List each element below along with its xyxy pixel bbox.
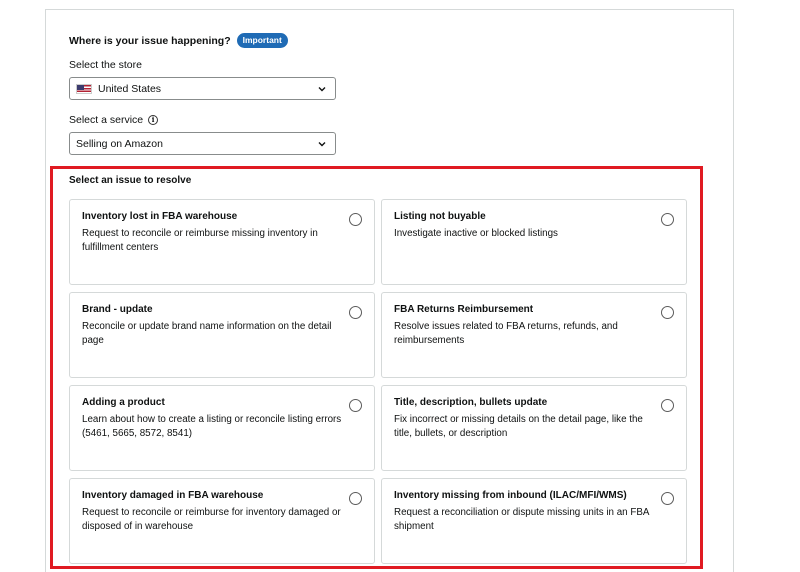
service-label: Select a service i bbox=[69, 114, 159, 126]
issue-card-desc: Learn about how to create a listing or r… bbox=[82, 414, 342, 439]
radio-button[interactable] bbox=[349, 492, 362, 505]
issue-card-inventory-lost[interactable]: Inventory lost in FBA warehouse Request … bbox=[69, 199, 375, 285]
issue-card-fba-returns[interactable]: FBA Returns Reimbursement Resolve issues… bbox=[381, 292, 687, 378]
issue-card-desc: Request to reconcile or reimburse for in… bbox=[82, 507, 341, 532]
issue-card-title-description[interactable]: Title, description, bullets update Fix i… bbox=[381, 385, 687, 471]
store-select[interactable]: United States bbox=[69, 77, 336, 100]
issue-card-desc: Reconcile or update brand name informati… bbox=[82, 321, 332, 346]
where-header: Where is your issue happening? Important bbox=[69, 33, 288, 48]
issue-card-title: Brand - update bbox=[82, 304, 153, 315]
chevron-down-icon bbox=[318, 86, 326, 91]
chevron-down-icon bbox=[318, 141, 326, 146]
issue-card-desc: Request a reconciliation or dispute miss… bbox=[394, 507, 649, 532]
store-label: Select the store bbox=[69, 59, 142, 71]
radio-button[interactable] bbox=[661, 213, 674, 226]
where-label: Where is your issue happening? bbox=[69, 34, 231, 47]
important-badge: Important bbox=[236, 33, 288, 48]
store-label-text: Select the store bbox=[69, 59, 142, 71]
issue-card-title: Inventory lost in FBA warehouse bbox=[82, 211, 238, 222]
issue-card-title: Title, description, bullets update bbox=[394, 397, 548, 408]
issue-card-adding-product[interactable]: Adding a product Learn about how to crea… bbox=[69, 385, 375, 471]
service-select[interactable]: Selling on Amazon bbox=[69, 132, 336, 155]
radio-button[interactable] bbox=[349, 399, 362, 412]
service-select-value: Selling on Amazon bbox=[76, 137, 163, 150]
us-flag-icon bbox=[76, 83, 92, 94]
issue-card-title: Adding a product bbox=[82, 397, 165, 408]
radio-button[interactable] bbox=[349, 306, 362, 319]
issue-card-inventory-missing-inbound[interactable]: Inventory missing from inbound (ILAC/MFI… bbox=[381, 478, 687, 564]
issue-card-listing-not-buyable[interactable]: Listing not buyable Investigate inactive… bbox=[381, 199, 687, 285]
service-label-text: Select a service bbox=[69, 114, 144, 126]
issue-card-brand-update[interactable]: Brand - update Reconcile or update brand… bbox=[69, 292, 375, 378]
issue-section-label: Select an issue to resolve bbox=[69, 175, 192, 186]
issue-card-title: Inventory missing from inbound (ILAC/MFI… bbox=[394, 490, 627, 501]
info-icon[interactable]: i bbox=[148, 115, 159, 125]
issue-card-desc: Resolve issues related to FBA returns, r… bbox=[394, 321, 618, 346]
issue-card-title: FBA Returns Reimbursement bbox=[394, 304, 534, 315]
radio-button[interactable] bbox=[661, 306, 674, 319]
issue-card-desc: Request to reconcile or reimburse missin… bbox=[82, 228, 318, 253]
radio-button[interactable] bbox=[661, 492, 674, 505]
issue-card-desc: Investigate inactive or blocked listings bbox=[394, 228, 558, 239]
radio-button[interactable] bbox=[661, 399, 674, 412]
issue-card-inventory-damaged[interactable]: Inventory damaged in FBA warehouse Reque… bbox=[69, 478, 375, 564]
radio-button[interactable] bbox=[349, 213, 362, 226]
store-select-value: United States bbox=[98, 82, 162, 95]
issue-card-title: Listing not buyable bbox=[394, 211, 486, 222]
issue-card-title: Inventory damaged in FBA warehouse bbox=[82, 490, 264, 501]
issue-card-desc: Fix incorrect or missing details on the … bbox=[394, 414, 643, 439]
